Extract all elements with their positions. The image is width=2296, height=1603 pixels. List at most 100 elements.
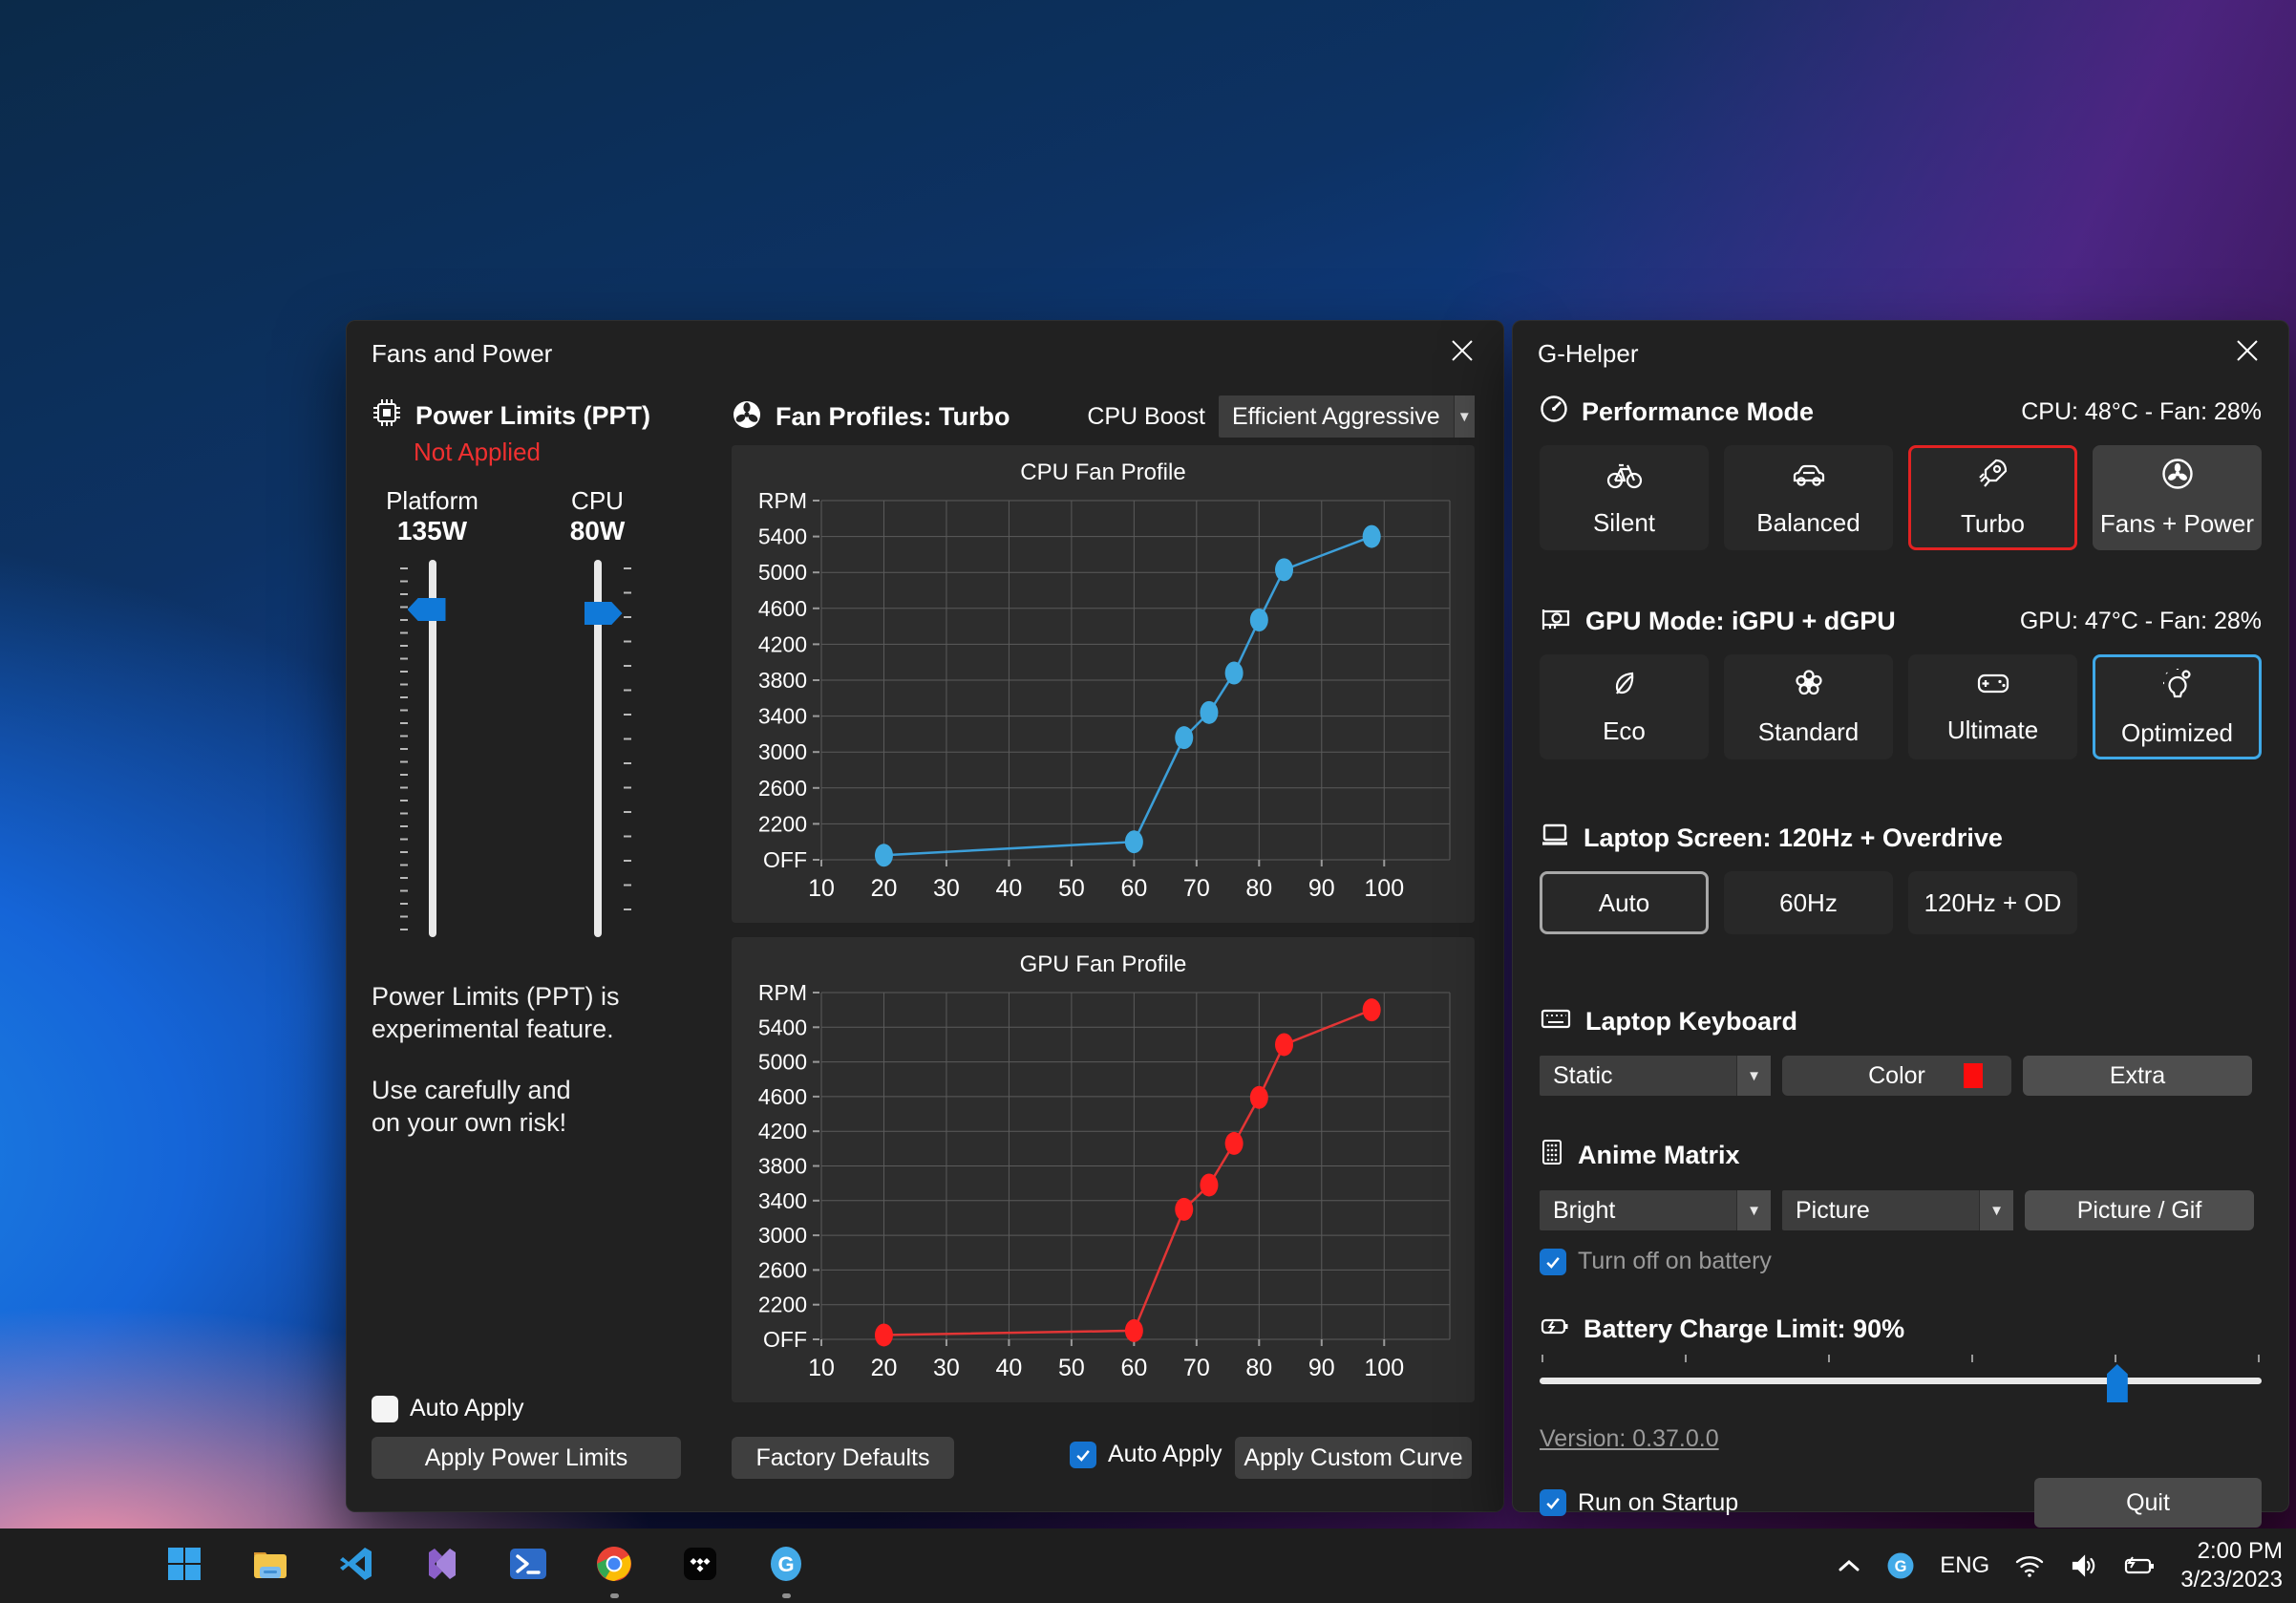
battery-tray-icon[interactable] [2123,1554,2156,1577]
gpu-mode-heading: GPU Mode: iGPU + dGPU [1585,607,1896,636]
powershell-button[interactable] [485,1528,571,1603]
anime-matrix-header: Anime Matrix [1540,1138,2262,1173]
svg-text:10: 10 [808,1355,835,1381]
run-on-startup-row: Run on Startup [1540,1489,1738,1517]
screen-auto-button[interactable]: Auto [1540,871,1709,934]
gpu-standard-button[interactable]: Standard [1724,654,1893,759]
power-auto-apply-checkbox[interactable] [372,1396,398,1422]
ultimate-label: Ultimate [1947,716,2038,745]
battery-slider-thumb[interactable] [2107,1364,2128,1402]
cpu-fan-profile-chart[interactable]: CPU Fan ProfileRPM5400500046004200380034… [732,445,1475,923]
keyboard-mode-dropdown[interactable]: Static ▼ [1540,1056,1771,1096]
vscode-button[interactable] [313,1528,399,1603]
svg-text:3800: 3800 [758,668,807,693]
anime-mode-dropdown[interactable]: Picture ▼ [1782,1190,2013,1230]
performance-balanced-button[interactable]: Balanced [1724,445,1893,550]
svg-text:30: 30 [933,875,960,902]
wifi-icon[interactable] [2014,1553,2045,1578]
fans-window-close-button[interactable] [1446,337,1478,370]
extra-label: Extra [2110,1062,2165,1090]
fan-profiles-heading: Fan Profiles: Turbo [776,402,1010,432]
screen-120hz-od-button[interactable]: 120Hz + OD [1908,871,2077,934]
gpu-fan-profile-chart[interactable]: GPU Fan ProfileRPM5400500046004200380034… [732,937,1475,1402]
cpu-limit: CPU 80W [529,485,666,546]
60hz-label: 60Hz [1779,888,1838,918]
note-line: Power Limits (PPT) is [372,980,620,1013]
close-icon [1450,338,1475,370]
volume-icon[interactable] [2070,1553,2098,1578]
svg-text:3400: 3400 [758,1188,807,1213]
apply-custom-curve-button[interactable]: Apply Custom Curve [1235,1437,1472,1479]
chevron-down-icon: ▼ [1736,1190,1771,1230]
turn-off-on-battery-checkbox[interactable] [1540,1249,1566,1275]
auto-label: Auto [1599,888,1650,918]
performance-turbo-button[interactable]: Turbo [1908,445,2077,550]
tray-chevron-up-icon[interactable] [1837,1558,1861,1573]
taskbar: G G ENG [0,1528,2296,1603]
cpu-boost-dropdown[interactable]: Efficient Aggressive ▼ [1219,395,1475,438]
note-line: Use carefully and [372,1074,620,1106]
start-button[interactable] [141,1528,227,1603]
curve-auto-apply-row: Auto Apply [1070,1441,1222,1468]
svg-text:OFF: OFF [763,1327,807,1352]
cpu-boost-label: CPU Boost [1087,403,1205,431]
svg-text:RPM: RPM [758,488,807,513]
matrix-icon [1540,1138,1564,1173]
performance-mode-buttons: Silent Balanced [1540,445,2262,550]
gpu-eco-button[interactable]: Eco [1540,654,1709,759]
gpu-card-icon [1540,604,1572,639]
battery-limit-slider[interactable] [1540,1355,2262,1404]
ghelper-close-button[interactable] [2231,337,2264,370]
visual-studio-icon [423,1545,461,1588]
svg-text:70: 70 [1183,875,1210,902]
gpu-optimized-button[interactable]: Optimized [2093,654,2262,759]
screen-60hz-button[interactable]: 60Hz [1724,871,1893,934]
factory-defaults-button[interactable]: Factory Defaults [732,1437,954,1479]
chrome-button[interactable] [571,1528,657,1603]
keyboard-color-button[interactable]: Color [1782,1056,2011,1096]
tidal-button[interactable] [657,1528,743,1603]
platform-slider-thumb[interactable] [408,598,446,621]
quit-button[interactable]: Quit [2034,1478,2262,1528]
version-link[interactable]: Version: 0.37.0.0 [1540,1425,1719,1453]
power-auto-apply-label: Auto Apply [410,1395,524,1422]
cpu-slider-thumb[interactable] [585,602,623,625]
svg-text:2600: 2600 [758,776,807,801]
slider-ticks [400,567,408,930]
svg-text:2600: 2600 [758,1257,807,1282]
apply-power-limits-button[interactable]: Apply Power Limits [372,1437,681,1479]
anime-matrix-heading: Anime Matrix [1578,1141,1740,1170]
visual-studio-button[interactable] [399,1528,485,1603]
file-explorer-button[interactable] [227,1528,313,1603]
cpu-limit-value: 80W [570,516,626,545]
slider-track[interactable] [1540,1378,2262,1384]
power-limits-values: Platform 135W CPU 80W [364,485,666,546]
system-tray: G ENG 2:00 PM 3/23/2023 [1837,1528,2283,1603]
tray-language[interactable]: ENG [1940,1552,1989,1579]
laptop-keyboard-header: Laptop Keyboard [1540,1005,2262,1038]
svg-text:3000: 3000 [758,739,807,764]
balanced-label: Balanced [1756,508,1860,538]
file-explorer-icon [250,1546,290,1587]
anime-brightness-dropdown[interactable]: Bright ▼ [1540,1190,1771,1230]
keyboard-extra-button[interactable]: Extra [2023,1056,2252,1096]
cpu-limit-slider[interactable] [529,560,666,942]
performance-silent-button[interactable]: Silent [1540,445,1709,550]
tray-ghelper-icon[interactable]: G [1886,1551,1915,1580]
svg-text:4600: 4600 [758,596,807,621]
ghelper-taskbar-button[interactable]: G [743,1528,829,1603]
fan-icon [732,399,762,435]
ghelper-window: G-Helper Performance Mode CPU: 48°C - Fa… [1512,320,2289,1512]
gpu-ultimate-button[interactable]: Ultimate [1908,654,2077,759]
platform-limit-slider[interactable] [364,560,500,942]
tray-clock[interactable]: 2:00 PM 3/23/2023 [2180,1537,2283,1594]
fan-circle-icon [2160,457,2195,498]
ghelper-titlebar: G-Helper [1513,321,2288,370]
run-on-startup-checkbox[interactable] [1540,1489,1566,1516]
anime-picture-gif-button[interactable]: Picture / Gif [2025,1190,2254,1230]
curve-auto-apply-checkbox[interactable] [1070,1442,1096,1468]
ghelper-bottom-row: Run on Startup Quit [1540,1478,2262,1528]
performance-fans-power-button[interactable]: Fans + Power [2093,445,2262,550]
svg-text:20: 20 [871,1355,898,1381]
svg-text:2200: 2200 [758,811,807,836]
